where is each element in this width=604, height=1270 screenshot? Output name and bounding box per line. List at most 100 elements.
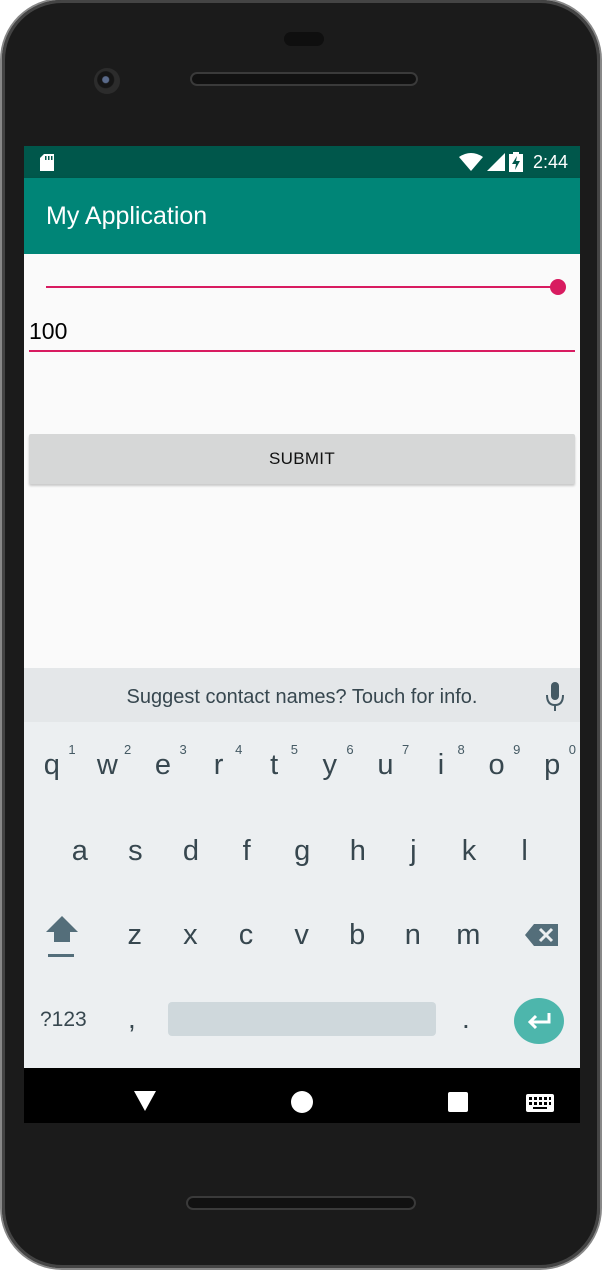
sd-card-icon — [40, 154, 54, 171]
key-z[interactable]: z — [107, 900, 163, 970]
suggestion-strip[interactable]: Suggest contact names? Touch for info. — [24, 668, 580, 722]
key-e[interactable]: e3 — [135, 730, 191, 800]
key-hint: 2 — [123, 742, 132, 757]
proximity-sensor — [284, 32, 324, 46]
soft-keyboard: Suggest contact names? Touch for info. q… — [24, 668, 580, 1068]
home-icon[interactable] — [291, 1091, 313, 1113]
comma-key[interactable]: , — [128, 1003, 136, 1035]
key-s[interactable]: s — [108, 816, 164, 886]
keyboard-row-3: zxcvbnm — [24, 900, 580, 970]
keyboard-row-2: asdfghjkl — [24, 816, 580, 886]
slider-thumb[interactable] — [550, 279, 566, 295]
back-icon[interactable] — [134, 1091, 156, 1111]
keyboard-switch-icon[interactable] — [526, 1094, 554, 1112]
cell-signal-icon — [486, 153, 505, 171]
key-label: s — [128, 834, 143, 867]
key-hint: 5 — [290, 742, 298, 757]
key-p[interactable]: p0 — [524, 730, 580, 800]
key-hint: 1 — [68, 742, 76, 757]
key-label: r — [213, 748, 224, 781]
key-label: g — [294, 834, 311, 867]
key-g[interactable]: g — [274, 816, 330, 886]
key-i[interactable]: i8 — [413, 730, 469, 800]
key-label: l — [521, 834, 528, 867]
earpiece-speaker — [190, 72, 418, 86]
suggestion-text: Suggest contact names? Touch for info. — [126, 686, 478, 708]
recents-icon[interactable] — [448, 1092, 468, 1112]
status-icons: 2:44 — [458, 146, 568, 178]
key-label: z — [127, 918, 143, 951]
value-input[interactable] — [29, 312, 575, 352]
key-label: i — [437, 748, 445, 781]
microphone-icon[interactable] — [544, 682, 566, 712]
status-time: 2:44 — [532, 151, 568, 172]
app-title: My Application — [46, 202, 208, 230]
backspace-icon[interactable] — [524, 922, 560, 948]
device-screen: 2:44 My Application SUBMIT Suggest conta… — [24, 146, 580, 1123]
key-d[interactable]: d — [163, 816, 219, 886]
key-label: y — [322, 748, 338, 781]
main-content: SUBMIT — [24, 254, 580, 668]
key-label: w — [96, 748, 118, 781]
wifi-icon — [458, 153, 483, 171]
key-hint: 3 — [179, 742, 187, 757]
key-label: b — [349, 918, 366, 951]
key-c[interactable]: c — [218, 900, 274, 970]
key-o[interactable]: o9 — [469, 730, 525, 800]
key-hint: 8 — [457, 742, 465, 757]
key-f[interactable]: f — [219, 816, 275, 886]
key-label: c — [238, 918, 254, 951]
key-hint: 0 — [568, 742, 576, 757]
key-label: j — [410, 834, 417, 867]
key-r[interactable]: r4 — [191, 730, 247, 800]
front-camera — [94, 68, 120, 94]
key-u[interactable]: u7 — [358, 730, 414, 800]
bottom-speaker — [186, 1196, 416, 1210]
key-v[interactable]: v — [274, 900, 330, 970]
key-q[interactable]: q1 — [24, 730, 80, 800]
status-bar: 2:44 — [24, 146, 580, 178]
key-b[interactable]: b — [329, 900, 385, 970]
enter-arrow-icon — [527, 1013, 551, 1030]
period-key[interactable]: . — [462, 1003, 470, 1035]
key-label: f — [242, 834, 251, 867]
space-bar[interactable] — [168, 1002, 436, 1036]
enter-key[interactable] — [514, 998, 564, 1044]
key-k[interactable]: k — [441, 816, 497, 886]
key-hint: 9 — [513, 742, 521, 757]
submit-button[interactable]: SUBMIT — [29, 434, 575, 484]
key-label: k — [461, 834, 477, 867]
key-label: d — [182, 834, 200, 867]
key-label: n — [404, 918, 421, 951]
battery-charging-icon — [508, 152, 523, 172]
shift-icon[interactable] — [42, 912, 82, 962]
navigation-bar — [24, 1068, 580, 1123]
key-label: p — [544, 748, 561, 781]
key-x[interactable]: x — [163, 900, 219, 970]
key-w[interactable]: w2 — [80, 730, 136, 800]
key-label: o — [488, 748, 505, 781]
key-label: q — [43, 748, 60, 781]
key-label: u — [377, 748, 394, 781]
key-label: m — [456, 918, 481, 951]
key-n[interactable]: n — [385, 900, 441, 970]
key-label: a — [71, 834, 88, 867]
slider-track — [46, 286, 558, 288]
key-h[interactable]: h — [330, 816, 386, 886]
key-a[interactable]: a — [52, 816, 108, 886]
keyboard-row-1: q1w2e3r4t5y6u7i8o9p0 — [24, 730, 580, 800]
key-label: t — [270, 748, 279, 781]
key-t[interactable]: t5 — [246, 730, 302, 800]
key-l[interactable]: l — [497, 816, 553, 886]
key-m[interactable]: m — [441, 900, 497, 970]
key-label: x — [183, 918, 198, 951]
value-slider[interactable] — [46, 270, 568, 304]
key-hint: 6 — [346, 742, 354, 757]
app-bar: My Application — [24, 178, 580, 254]
key-label: e — [154, 748, 172, 781]
symbols-key[interactable]: ?123 — [40, 1008, 87, 1032]
key-y[interactable]: y6 — [302, 730, 358, 800]
key-j[interactable]: j — [386, 816, 442, 886]
key-label: v — [294, 918, 309, 951]
key-label: h — [349, 834, 366, 867]
